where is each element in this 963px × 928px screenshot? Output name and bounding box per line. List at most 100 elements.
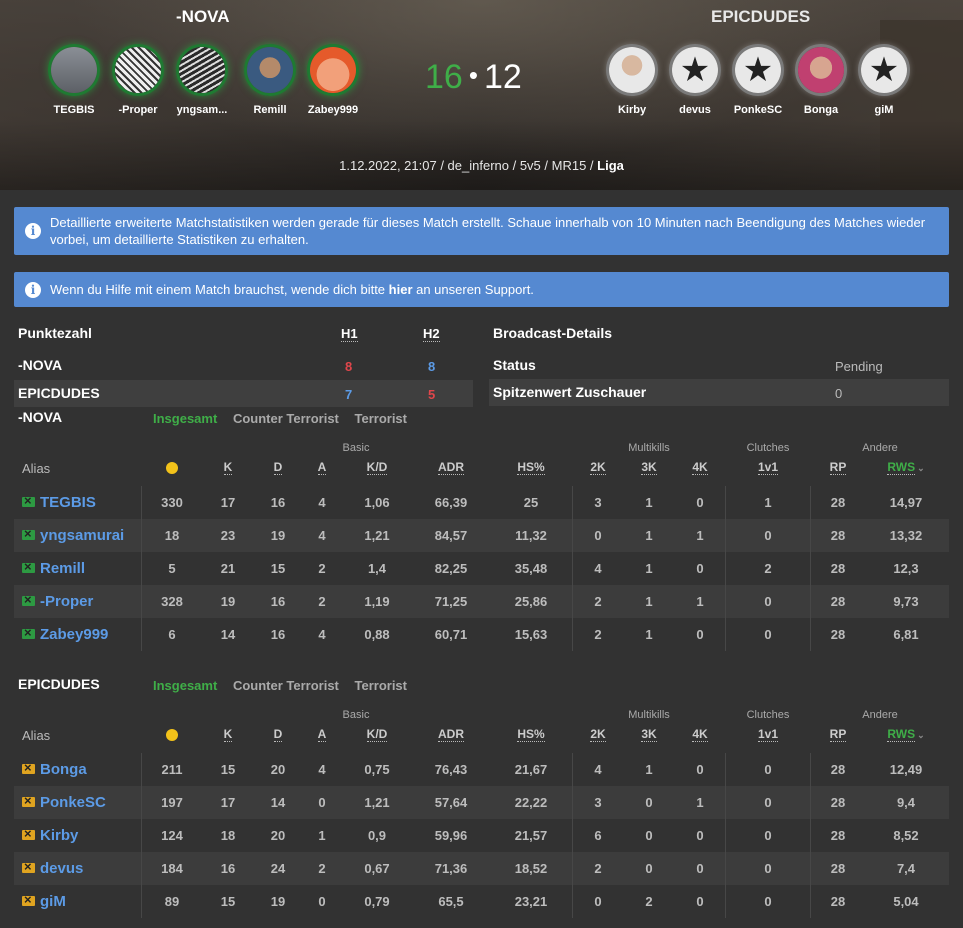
score-col-header[interactable] <box>166 461 178 476</box>
score-left: 16 <box>425 58 463 96</box>
col-header-label: RP <box>829 460 847 475</box>
cell-k4: 0 <box>696 561 704 576</box>
tab-overall[interactable]: Insgesamt <box>153 678 217 693</box>
avatar-zabey <box>307 44 359 96</box>
player-card-devus[interactable]: ★ devus <box>663 44 727 116</box>
score-right: 12 <box>483 58 522 96</box>
col-header-label: 4K <box>692 460 708 475</box>
player-link[interactable]: Bonga <box>22 760 87 778</box>
tab-counter-terrorist[interactable]: Counter Terrorist <box>233 411 339 426</box>
col-header-k[interactable]: K <box>203 460 253 475</box>
support-link[interactable]: hier <box>389 282 413 297</box>
smiley-icon <box>166 729 178 741</box>
col-header-d[interactable]: D <box>253 460 303 475</box>
support-text-before: Wenn du Hilfe mit einem Match brauchst, … <box>50 282 389 297</box>
cell-v1: 0 <box>764 627 772 642</box>
col-header-k[interactable]: K <box>203 727 253 742</box>
col-header-rws[interactable]: RWS ⌄ <box>881 460 931 475</box>
broadcast-status-value: Pending <box>835 359 883 374</box>
col-header-a[interactable]: A <box>297 727 347 742</box>
player-link[interactable]: Kirby <box>22 826 79 844</box>
col-header-2k[interactable]: 2K <box>573 460 623 475</box>
match-meta: 1.12.2022, 21:07 / de_inferno / 5v5 / MR… <box>339 158 598 173</box>
player-card-remill[interactable]: Remill <box>238 44 302 116</box>
player-card-gim[interactable]: ★ giM <box>852 44 916 116</box>
col-header-label: K/D <box>366 727 388 742</box>
col-header-label: 1v1 <box>757 727 779 742</box>
player-card-proper[interactable]: -Proper <box>106 44 170 116</box>
col-header-kd[interactable]: K/D <box>352 460 402 475</box>
table-row[interactable]: Remill 5 21 15 2 1,4 82,25 35,48 4 1 0 2 28 12,3 <box>14 552 949 585</box>
col-header-d[interactable]: D <box>253 727 303 742</box>
flag-icon <box>22 526 35 541</box>
col-header-rp[interactable]: RP <box>813 460 863 475</box>
table-row[interactable]: Zabey999 6 14 16 4 0,88 60,71 15,63 2 1 0 0 28 6,81 <box>14 618 949 651</box>
col-header-adr[interactable]: ADR <box>426 727 476 742</box>
col-header-1v1[interactable]: 1v1 <box>743 727 793 742</box>
match-type: Liga <box>597 158 624 173</box>
player-link[interactable]: Zabey999 <box>22 625 108 643</box>
tab-terrorist[interactable]: Terrorist <box>355 678 408 693</box>
player-card-kirby[interactable]: Kirby <box>600 44 664 116</box>
col-header-a[interactable]: A <box>297 460 347 475</box>
col-header-rws[interactable]: RWS ⌄ <box>881 727 931 742</box>
col-header-rp[interactable]: RP <box>813 727 863 742</box>
col-header-4k[interactable]: 4K <box>675 727 725 742</box>
player-name: Kirby <box>40 827 79 844</box>
team-left-name[interactable]: -NOVA <box>176 7 230 27</box>
column-divider <box>141 486 142 651</box>
col-header-3k[interactable]: 3K <box>624 460 674 475</box>
player-link[interactable]: PonkeSC <box>22 793 106 811</box>
team-right-name[interactable]: EPICDUDES <box>711 7 810 27</box>
cell-k3: 1 <box>645 627 653 642</box>
tab-terrorist[interactable]: Terrorist <box>355 411 408 426</box>
col-header-2k[interactable]: 2K <box>573 727 623 742</box>
player-name: devus <box>679 104 711 116</box>
table-row[interactable]: Kirby 124 18 20 1 0,9 59,96 21,57 6 0 0 0 28 8,52 <box>14 819 949 852</box>
player-link[interactable]: Remill <box>22 559 85 577</box>
flag-icon <box>22 892 35 907</box>
cell-adr: 76,43 <box>434 762 468 777</box>
player-card-yngsamurai[interactable]: yngsam... <box>170 44 234 116</box>
player-card-bonga[interactable]: Bonga <box>789 44 853 116</box>
tab-overall[interactable]: Insgesamt <box>153 411 217 426</box>
cell-a: 4 <box>318 627 326 642</box>
table-row[interactable]: PonkeSC 197 17 14 0 1,21 57,64 22,22 3 0 1 0 28 9,4 <box>14 786 949 819</box>
player-link[interactable]: giM <box>22 892 66 910</box>
info-icon: i <box>25 223 41 239</box>
col-header-adr[interactable]: ADR <box>426 460 476 475</box>
col-header-4k[interactable]: 4K <box>675 460 725 475</box>
col-header-kd[interactable]: K/D <box>352 727 402 742</box>
col-header-1v1[interactable]: 1v1 <box>743 460 793 475</box>
cell-v1: 0 <box>764 762 772 777</box>
col-header-hs[interactable]: HS% <box>506 727 556 742</box>
tab-counter-terrorist[interactable]: Counter Terrorist <box>233 678 339 693</box>
col-header-label: 2K <box>590 727 606 742</box>
cell-k4: 0 <box>696 762 704 777</box>
col-header-3k[interactable]: 3K <box>624 727 674 742</box>
table-row[interactable]: -Proper 328 19 16 2 1,19 71,25 25,86 2 1 1 0 28 9,73 <box>14 585 949 618</box>
alias-header: Alias <box>22 728 51 743</box>
cell-hs: 25,86 <box>514 594 548 609</box>
player-card-ponkesc[interactable]: ★ PonkeSC <box>726 44 790 116</box>
col-header-hs[interactable]: HS% <box>506 460 556 475</box>
cell-k2: 2 <box>594 861 602 876</box>
cell-k2: 3 <box>594 795 602 810</box>
table-row[interactable]: devus 184 16 24 2 0,67 71,36 18,52 2 0 0 0 28 7,4 <box>14 852 949 885</box>
cell-k2: 4 <box>594 561 602 576</box>
player-link[interactable]: yngsamurai <box>22 526 124 544</box>
team1-stats-title: -NOVA <box>18 409 63 425</box>
player-link[interactable]: -Proper <box>22 592 93 610</box>
table-row[interactable]: Bonga 211 15 20 4 0,75 76,43 21,67 4 1 0 0 28 12,49 <box>14 753 949 786</box>
table-row[interactable]: giM 89 15 19 0 0,79 65,5 23,21 0 2 0 0 28 5,04 <box>14 885 949 918</box>
player-card-zabey[interactable]: Zabey999 <box>301 44 365 116</box>
table-row[interactable]: yngsamurai 18 23 19 4 1,21 84,57 11,32 0 1 1 0 28 13,… <box>14 519 949 552</box>
cell-kd: 0,67 <box>364 861 390 876</box>
score-col-header[interactable] <box>166 728 178 743</box>
table-row[interactable]: TEGBIS 330 17 16 4 1,06 66,39 25 3 1 0 1 28 14,97 <box>14 486 949 519</box>
group-header: Basic <box>342 709 370 721</box>
player-card-tegbis[interactable]: TEGBIS <box>42 44 106 116</box>
player-link[interactable]: TEGBIS <box>22 493 96 511</box>
player-link[interactable]: devus <box>22 859 84 877</box>
player-name: devus <box>40 860 84 877</box>
